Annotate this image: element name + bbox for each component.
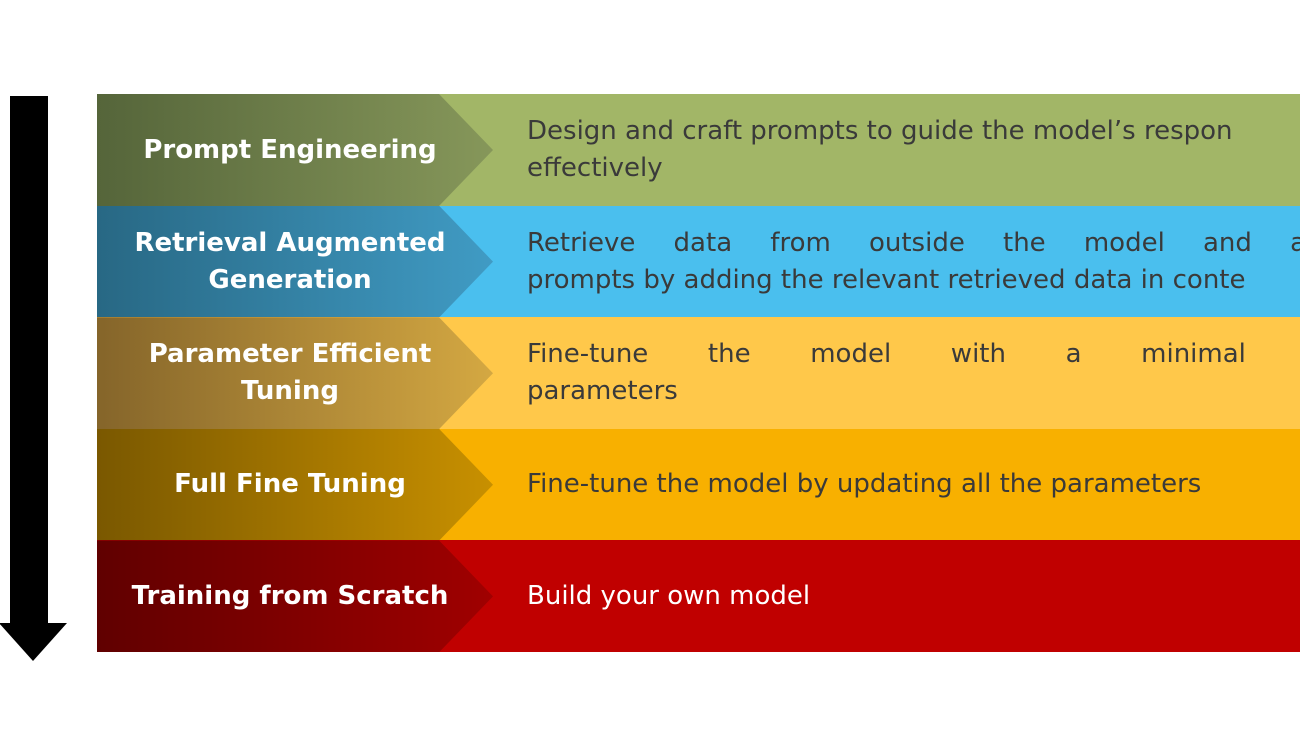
approach-row: Retrieval Augmented Generation Retrieve d… <box>97 205 1300 318</box>
approach-label: Prompt Engineering <box>143 134 437 165</box>
description-line: Design and craft prompts to guide the mo… <box>527 116 1233 146</box>
approach-description: Design and craft prompts to guide the mo… <box>527 94 1233 206</box>
approach-description: Fine-tune the model by updating all the … <box>527 429 1201 541</box>
approach-description: Fine-tune the model with a minimal numbe… <box>527 317 1300 429</box>
description-line: effectively <box>527 153 663 183</box>
approach-label: Full Fine Tuning <box>174 469 406 500</box>
approach-label: Training from Scratch <box>131 580 449 611</box>
approach-description: Retrieve data from outside the model and… <box>527 206 1300 318</box>
approach-chevron: Retrieval Augmented Generation <box>97 205 493 318</box>
approach-label: Retrieval Augmented Generation <box>134 227 446 295</box>
down-arrow-head-icon <box>0 623 67 661</box>
approach-chevron: Full Fine Tuning <box>97 428 493 541</box>
description-line: Fine-tune the model by updating all the … <box>527 469 1202 500</box>
description-line: prompts by adding the relevant retrieved… <box>527 264 1246 295</box>
approach-chevron: Prompt Engineering <box>97 94 493 206</box>
approach-chevron: Parameter Efficient Tuning <box>97 317 493 430</box>
approach-row: Prompt Engineering Design and craft promp… <box>97 94 1300 206</box>
description-line: parameters <box>527 376 678 407</box>
approach-row: Parameter Efficient Tuning Fine-tune the … <box>97 317 1300 430</box>
approach-row: Full Fine Tuning Fine-tune the model by u… <box>97 428 1300 541</box>
approach-label: Parameter Efficient Tuning <box>148 339 432 407</box>
description-line: Fine-tune the model with a minimal numbe… <box>527 339 1300 370</box>
down-arrow-shaft <box>10 96 48 624</box>
description-line: Retrieve data from outside the model and… <box>527 227 1300 258</box>
approach-row: Training from Scratch Build your own mode… <box>97 540 1300 653</box>
approach-description: Build your own model <box>527 540 810 652</box>
approach-chevron: Training from Scratch <box>97 540 493 653</box>
description-line: Build your own model <box>527 580 811 611</box>
